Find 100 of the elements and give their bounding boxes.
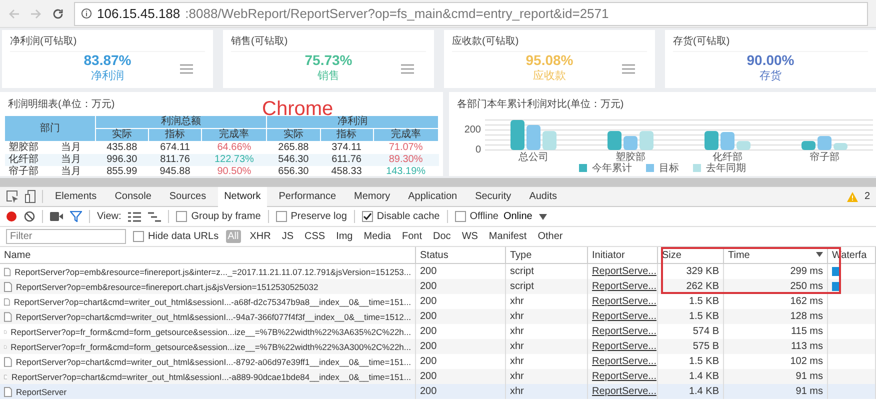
kpi-title: 存货(可钻取) [673,35,731,48]
type-filter[interactable]: Other [536,230,565,243]
type-filter[interactable]: Manifest [486,230,529,243]
table-cell: 674.11 [148,142,202,154]
caret-icon[interactable] [539,214,548,220]
initiator-link[interactable]: ReportServe... [592,341,656,352]
status-code: 200 [420,386,437,397]
column-header[interactable]: Status [416,247,506,263]
checkbox[interactable]: Disable cache [362,211,440,222]
devtools-tab[interactable]: Elements [49,186,103,206]
request-name: ReportServer?op=chart&cmd=writer_out_html&sessionI...-94a7-366f077f4f3f__index__0&__time=1512... [16,312,411,322]
table-cell: 帘子部 [4,166,57,176]
large-rows-icon[interactable] [128,212,142,222]
axis-tick-label: 200 [464,124,480,136]
kpi-card[interactable]: 存货(可钻取) 90.00% 存货 [665,30,876,88]
clear-icon[interactable] [24,211,35,222]
request-size: 329 KB [686,266,719,277]
initiator-link[interactable]: ReportServe... [592,296,656,307]
kpi-value: 90.00% [746,52,794,68]
kpi-card[interactable]: 净利润(可钻取) 83.87% 净利润 [2,30,213,88]
record-icon[interactable] [6,211,17,222]
sort-arrow-icon[interactable] [816,252,823,257]
devtools-tab[interactable]: Performance [272,186,342,206]
type-filter[interactable]: Font [400,230,424,243]
menu-icon[interactable] [180,64,193,74]
table-cell: 塑胶部 [4,142,57,154]
column-header: 实际 [266,128,320,142]
column-header[interactable]: Name [0,247,416,263]
request-type: xhr [510,326,524,337]
initiator-link[interactable]: ReportServe... [592,266,656,277]
type-filter[interactable]: Img [334,230,355,243]
request-name: ReportServer?op=fr_form&cmd=form_getsource&session...ize__=%7B%22width%22%3A635%2C%22h... [10,326,411,336]
initiator-link[interactable]: ReportServe... [592,311,656,322]
warning-count[interactable]: 2 [864,191,870,202]
type-filter[interactable]: JS [280,230,296,243]
horizontal-scrollbar[interactable] [0,178,876,186]
request-type: xhr [510,356,524,367]
request-time: 113 ms [790,341,823,352]
request-size: 1.5 KB [688,311,719,322]
initiator-link[interactable]: ReportServe... [592,371,656,382]
device-icon[interactable] [25,190,36,203]
request-row[interactable]: ReportServer 200 xhr ReportServe... 1.4 KB 91 ms [0,384,876,399]
address-field[interactable]: 106.15.45.188 :8088/WebReport/ReportServer?op=fs_main&cmd=entry_report&id=2571 [74,2,868,26]
column-header[interactable]: Type [506,247,588,263]
table-cell: 435.88 [95,142,148,154]
status-code: 200 [420,266,437,277]
devtools-tab[interactable]: Audits [523,186,563,206]
checkbox[interactable]: Preserve log [276,211,347,222]
initiator-link[interactable]: ReportServe... [592,356,656,367]
devtools-tab[interactable]: Console [108,186,158,206]
status-code: 200 [420,311,437,322]
filter-icon[interactable] [70,211,82,222]
table-cell: 546.30 [266,154,320,166]
status-code: 200 [420,341,437,352]
request-row[interactable]: ReportServer?op=chart&cmd=writer_out_html&sessionI...-a889-90dcae1bde84__index__0&__time=151... 200 xhr ReportServe... 1.4 KB 91 ms [0,369,876,384]
filter-field[interactable]: Filter [6,229,126,244]
column-header[interactable]: Time [724,247,828,263]
table-cell: 458.33 [320,166,374,176]
initiator-link[interactable]: ReportServe... [592,326,656,337]
kpi-card[interactable]: 销售(可钻取) 75.73% 销售 [223,30,434,88]
devtools-tab[interactable]: Memory [348,186,396,206]
checkbox[interactable]: Hide data URLs [133,231,219,242]
menu-icon[interactable] [401,64,414,74]
request-row[interactable]: ReportServer?op=emb&resource=finereport.chart.js&jsVersion=1512530525032 200 script ReportServe... 262 KB 250 ms [0,279,876,294]
checkbox[interactable]: Group by frame [176,211,261,222]
initiator-link[interactable]: ReportServe... [592,386,656,397]
column-header[interactable]: Initiator [588,247,658,263]
request-row[interactable]: ReportServer?op=fr_form&cmd=form_getsource&session...ize__=%7B%22width%22%3A300%2C%22h... 200 xhr ReportServe... 575 B 113 ms [0,339,876,354]
camera-icon[interactable] [50,212,63,221]
column-header[interactable]: Size [658,247,724,263]
type-filter[interactable]: Media [362,230,393,243]
info-icon [81,8,92,19]
checkbox[interactable]: Offline [454,211,498,222]
kpi-title: 应收款(可钻取) [452,34,520,48]
devtools-tab[interactable]: Security [469,186,518,206]
table-cell: 265.88 [266,142,320,154]
kpi-label: 存货 [760,69,782,84]
kpi-card[interactable]: 应收款(可钻取) 95.08% 应收款 [444,30,655,88]
table-cell: 374.11 [320,142,374,154]
type-filter[interactable]: Doc [431,230,453,243]
devtools-tab[interactable]: Application [402,186,464,206]
throttle-dropdown[interactable]: Online [503,211,532,222]
request-name: ReportServer?op=chart&cmd=writer_out_html&sessionI...-a68f-d2c75347b9a8__index__0&__time=151... [14,296,411,306]
devtools-tab[interactable]: Network [218,186,267,206]
waterfall-view-icon[interactable] [148,212,162,222]
devtools-tab[interactable]: Sources [163,186,212,206]
type-filter[interactable]: XHR [248,230,273,243]
initiator-link[interactable]: ReportServe... [592,281,656,292]
checkmark-icon[interactable] [362,212,372,221]
category-label: 总公司 [518,152,548,162]
reload-icon[interactable] [52,8,64,20]
menu-icon[interactable] [622,64,635,74]
status-code: 200 [420,371,437,382]
inspect-icon[interactable] [6,190,19,203]
type-filter[interactable]: WS [460,230,480,243]
kpi-title: 销售(可钻取) [231,35,289,48]
legend-label: 去年同期 [706,162,746,175]
type-filter[interactable]: CSS [302,230,328,243]
kpi-value: 75.73% [304,52,352,68]
request-row[interactable]: ReportServer?op=chart&cmd=writer_out_html&sessionI...-94a7-366f077f4f3f__index__0&__time=1512... 200 xhr ReportServe... 1.5 KB 128 ms [0,309,876,324]
